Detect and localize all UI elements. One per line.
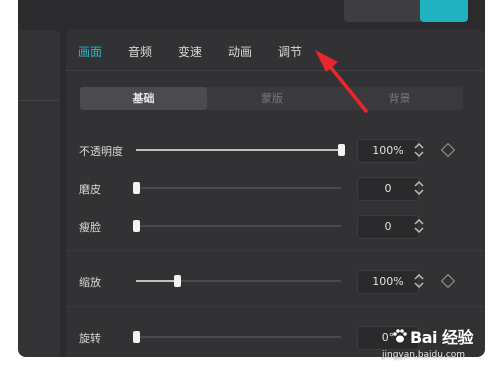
tab-adjust[interactable]: 调节 <box>278 43 302 60</box>
smooth-skin-stepper-icon[interactable] <box>412 178 426 198</box>
export-button[interactable] <box>420 0 468 22</box>
opacity-slider-fill <box>136 149 341 151</box>
opacity-slider[interactable] <box>136 144 345 156</box>
tab-speed[interactable]: 变速 <box>178 43 202 60</box>
tab-bar: 画面 音频 变速 动画 调节 <box>66 30 485 71</box>
scale-label: 缩放 <box>79 276 101 289</box>
opacity-label: 不透明度 <box>79 145 123 158</box>
section-divider <box>66 306 485 307</box>
opacity-keyframe-icon[interactable] <box>440 142 456 158</box>
smooth-skin-slider[interactable] <box>133 182 341 194</box>
watermark: Bai 经验 jingyan.baidu.com <box>382 314 492 370</box>
subtab-basic[interactable]: 基础 <box>80 87 207 110</box>
slim-face-slider[interactable] <box>133 220 341 232</box>
properties-panel: 画面 音频 变速 动画 调节 基础 蒙版 背景 不透明度 100% 磨皮 0 瘦… <box>66 30 485 357</box>
rotate-slider-handle[interactable] <box>133 331 140 343</box>
slim-face-label: 瘦脸 <box>79 221 101 234</box>
scale-keyframe-icon[interactable] <box>440 273 456 289</box>
smooth-skin-slider-handle[interactable] <box>133 182 140 194</box>
top-toolbar-button[interactable] <box>344 0 430 22</box>
tab-audio[interactable]: 音频 <box>128 43 152 60</box>
scale-slider-fill <box>136 280 177 282</box>
smooth-skin-label: 磨皮 <box>79 183 101 196</box>
opacity-row: 不透明度 100% <box>66 138 485 163</box>
scale-slider-handle[interactable] <box>174 275 181 287</box>
scale-value-field[interactable]: 100% <box>357 270 419 294</box>
slim-face-stepper-icon[interactable] <box>412 216 426 236</box>
watermark-url: jingyan.baidu.com <box>382 350 466 360</box>
smooth-skin-value-field[interactable]: 0 <box>357 177 419 201</box>
slim-face-row: 瘦脸 0 <box>66 214 485 239</box>
slim-face-value-field[interactable]: 0 <box>357 215 419 239</box>
opacity-value-field[interactable]: 100% <box>357 139 419 163</box>
opacity-stepper-icon[interactable] <box>412 140 426 160</box>
left-panel <box>18 30 60 357</box>
scale-slider[interactable] <box>136 275 341 287</box>
rotate-slider[interactable] <box>133 331 341 343</box>
app-screen: 画面 音频 变速 动画 调节 基础 蒙版 背景 不透明度 100% 磨皮 0 瘦… <box>18 0 485 357</box>
subtab-segmented-control: 基础 蒙版 背景 <box>80 87 463 110</box>
baidu-paw-icon <box>393 329 407 343</box>
section-divider <box>66 250 485 251</box>
slim-face-slider-handle[interactable] <box>133 220 140 232</box>
tab-picture[interactable]: 画面 <box>78 43 102 60</box>
rotate-label: 旋转 <box>79 332 101 345</box>
subtab-mask[interactable]: 蒙版 <box>208 87 336 110</box>
watermark-text: Bai 经验 <box>410 328 474 347</box>
scale-stepper-icon[interactable] <box>412 271 426 291</box>
left-panel-divider <box>18 100 60 101</box>
smooth-skin-row: 磨皮 0 <box>66 176 485 201</box>
scale-row: 缩放 100% <box>66 269 485 294</box>
opacity-slider-handle[interactable] <box>338 144 345 156</box>
subtab-background[interactable]: 背景 <box>336 87 463 110</box>
tab-animation[interactable]: 动画 <box>228 43 252 60</box>
